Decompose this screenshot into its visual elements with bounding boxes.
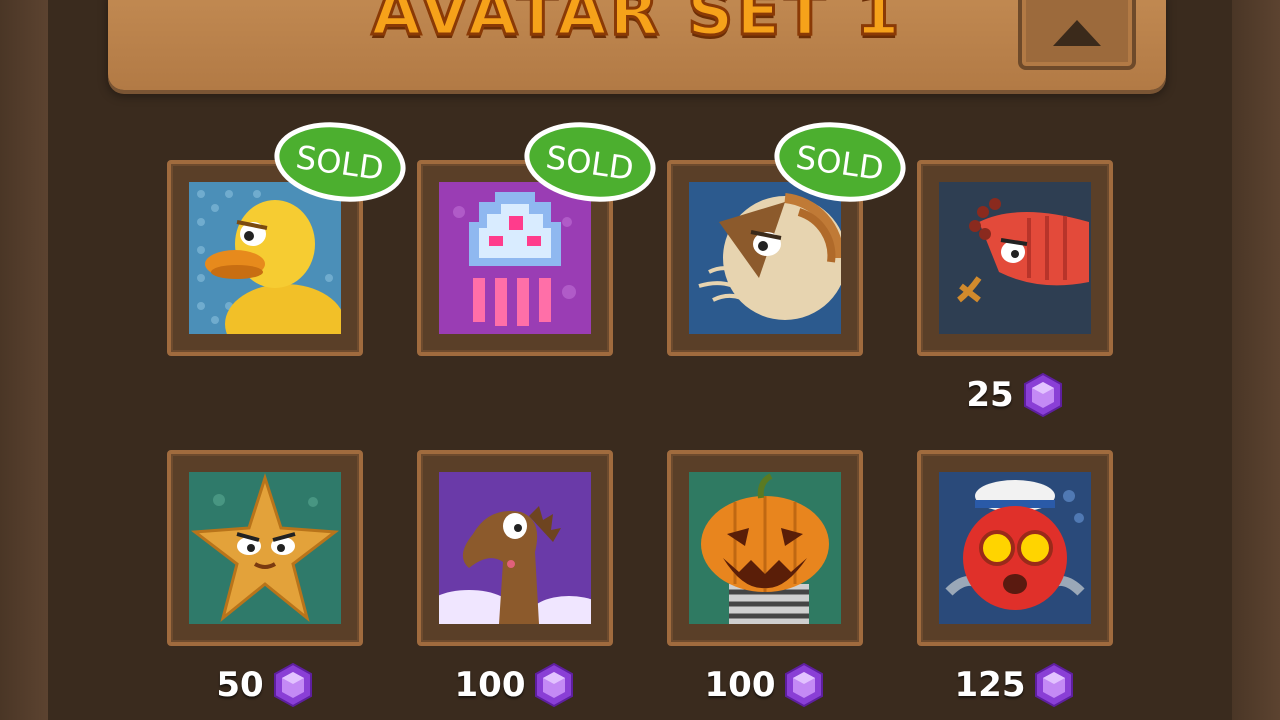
price-tag: 100 xyxy=(417,662,613,708)
diver-robot-avatar xyxy=(939,472,1091,624)
price-tag: 125 xyxy=(917,662,1113,708)
avatar-frame xyxy=(167,450,363,646)
dinosaur-avatar xyxy=(439,472,591,624)
purple-gem-icon xyxy=(533,662,575,708)
price-tag: 100 xyxy=(667,662,863,708)
avatar-grid: SOLD SOLD SOLD 25 50 100 100 125 xyxy=(0,0,1280,720)
purple-gem-icon xyxy=(272,662,314,708)
starfish-avatar xyxy=(189,472,341,624)
price-value: 100 xyxy=(704,665,776,705)
price-value: 125 xyxy=(954,665,1026,705)
price-value: 100 xyxy=(454,665,526,705)
avatar-frame xyxy=(417,450,613,646)
avatar-frame xyxy=(667,450,863,646)
price-tag: 25 xyxy=(917,372,1113,418)
pumpkin-head-avatar xyxy=(689,472,841,624)
nautilus-avatar xyxy=(689,182,841,334)
price-value: 50 xyxy=(216,665,264,705)
purple-gem-icon xyxy=(1033,662,1075,708)
price-value: 25 xyxy=(966,375,1014,415)
shrimp-avatar xyxy=(939,182,1091,334)
price-tag: 50 xyxy=(167,662,363,708)
duck-avatar xyxy=(189,182,341,334)
purple-gem-icon xyxy=(1022,372,1064,418)
pixel-jellyfish-avatar xyxy=(439,182,591,334)
avatar-frame xyxy=(917,160,1113,356)
purple-gem-icon xyxy=(783,662,825,708)
avatar-frame xyxy=(917,450,1113,646)
